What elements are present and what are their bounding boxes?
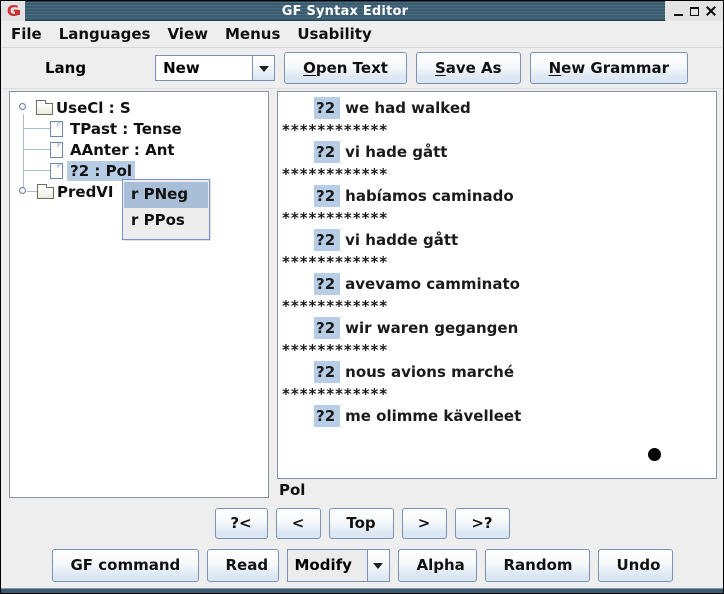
lang-combobox-value: New <box>156 56 252 80</box>
tree-connector-line <box>23 128 50 129</box>
cursor-dot <box>648 448 661 461</box>
popup-item-ppos[interactable]: r PPos <box>124 208 208 234</box>
linearization-line-finnish: ?2me olimme kävelleet <box>282 405 712 427</box>
linearization-line-italian: ?2avevamo camminato <box>282 273 712 295</box>
language-separator: ************ <box>282 207 712 229</box>
metavariable-chip[interactable]: ?2 <box>314 141 340 163</box>
gf-command-button[interactable]: GF command <box>52 549 199 582</box>
linearization-line-german: ?2wir waren gegangen <box>282 317 712 339</box>
command-bar: GF command Read Modify Alpha Random Undo <box>1 542 723 588</box>
metavariable-chip[interactable]: ?2 <box>314 317 340 339</box>
metavariable-chip[interactable]: ?2 <box>314 97 340 119</box>
menu-bar: File Languages View Menus Usability <box>1 21 723 48</box>
prev-metavariable-button[interactable]: ?< <box>215 508 268 539</box>
save-as-button[interactable]: Save As <box>416 52 521 84</box>
menu-file[interactable]: File <box>4 23 49 45</box>
chevron-down-icon <box>373 563 383 574</box>
undo-button[interactable]: Undo <box>598 549 673 582</box>
open-text-button[interactable]: Open Text <box>284 52 407 84</box>
tree-node-predvi[interactable]: PredVI <box>37 181 117 202</box>
chevron-down-icon <box>259 66 269 77</box>
tree-node-aanter[interactable]: AAnter : Ant <box>50 139 178 160</box>
popup-item-pneg[interactable]: r PNeg <box>124 182 208 208</box>
linearization-line-norwegian: ?2vi hadde gått <box>282 229 712 251</box>
top-button[interactable]: Top <box>329 508 394 539</box>
tree-node-label-selected: ?2 : Pol <box>67 161 135 181</box>
linearization-line-french: ?2nous avions marché <box>282 361 712 383</box>
language-separator: ************ <box>282 163 712 185</box>
modify-combobox-arrow-button[interactable] <box>367 550 389 581</box>
folder-icon <box>37 187 54 199</box>
language-separator: ************ <box>282 119 712 141</box>
next-metavariable-button[interactable]: >? <box>455 508 510 539</box>
modify-combobox[interactable]: Modify <box>287 549 390 582</box>
linearization-line-english: ?2we had walked <box>282 97 712 119</box>
tree-connector-line <box>23 149 50 150</box>
metavariable-chip[interactable]: ?2 <box>314 185 340 207</box>
title-bar: G GF Syntax Editor <box>1 1 723 21</box>
window-controls <box>665 1 723 21</box>
alpha-button[interactable]: Alpha <box>398 549 477 582</box>
tree-node-root[interactable]: UseCl : S <box>36 97 134 118</box>
lang-label: Lang <box>45 59 86 77</box>
app-logo: G <box>1 1 25 21</box>
document-icon <box>50 163 63 179</box>
tree-connector-line <box>27 191 37 192</box>
window-bottom-accent <box>1 588 723 593</box>
linearization-panel[interactable]: ?2we had walked ************ ?2vi hade g… <box>277 91 717 479</box>
next-node-button[interactable]: > <box>402 508 447 539</box>
linearization-line-swedish: ?2vi hade gått <box>282 141 712 163</box>
title-strip: GF Syntax Editor <box>25 1 665 21</box>
language-separator: ************ <box>282 295 712 317</box>
modify-combobox-value: Modify <box>288 550 367 581</box>
tree-collapse-handle-icon[interactable] <box>19 187 26 194</box>
linearization-line-spanish: ?2habíamos caminado <box>282 185 712 207</box>
language-separator: ************ <box>282 339 712 361</box>
language-separator: ************ <box>282 251 712 273</box>
app-window: G GF Syntax Editor File Languages View M… <box>0 0 724 594</box>
folder-icon <box>36 103 53 115</box>
menu-usability[interactable]: Usability <box>290 23 378 45</box>
syntax-tree-panel[interactable]: UseCl : S TPast : Tense AAnter : Ant ?2 … <box>9 91 269 498</box>
menu-view[interactable]: View <box>160 23 215 45</box>
tree-node-label: PredVI <box>54 182 117 202</box>
menu-menus[interactable]: Menus <box>218 23 287 45</box>
metavariable-chip[interactable]: ?2 <box>314 229 340 251</box>
metavariable-chip[interactable]: ?2 <box>314 273 340 295</box>
prev-node-button[interactable]: < <box>276 508 321 539</box>
lang-combobox[interactable]: New <box>155 55 275 81</box>
window-title: GF Syntax Editor <box>282 4 408 19</box>
minimize-icon[interactable] <box>674 7 683 16</box>
new-grammar-button[interactable]: New Grammar <box>530 52 688 84</box>
tree-node-label: UseCl : S <box>53 98 134 118</box>
right-column: ?2we had walked ************ ?2vi hade g… <box>277 91 717 501</box>
tree-node-tpast[interactable]: TPast : Tense <box>50 118 185 139</box>
random-button[interactable]: Random <box>485 549 590 582</box>
metavariable-chip[interactable]: ?2 <box>314 361 340 383</box>
document-icon <box>50 121 63 137</box>
tree-node-label: TPast : Tense <box>67 119 185 139</box>
tree-expand-handle-icon[interactable] <box>19 103 26 110</box>
tree-node-metavariable[interactable]: ?2 : Pol <box>50 160 135 181</box>
lang-combobox-arrow-button[interactable] <box>252 56 274 80</box>
language-separator: ************ <box>282 383 712 405</box>
top-toolbar: Lang New Open Text Save As New Grammar <box>1 48 723 89</box>
tree-connector-line <box>23 170 50 171</box>
navigation-bar: ?< < Top > >? <box>1 504 723 542</box>
gf-logo-icon: G <box>7 4 19 19</box>
close-icon[interactable] <box>706 6 716 16</box>
menu-languages[interactable]: Languages <box>52 23 158 45</box>
maximize-icon[interactable] <box>690 7 699 16</box>
read-button[interactable]: Read <box>207 549 279 582</box>
document-icon <box>50 142 63 158</box>
tree-connector-line <box>23 114 24 192</box>
main-area: UseCl : S TPast : Tense AAnter : Ant ?2 … <box>1 89 723 504</box>
metavariable-chip[interactable]: ?2 <box>314 405 340 427</box>
refinement-popup-menu: r PNeg r PPos <box>122 179 210 240</box>
tree-node-label: AAnter : Ant <box>67 140 178 160</box>
focus-type-label: Pol <box>277 479 717 501</box>
